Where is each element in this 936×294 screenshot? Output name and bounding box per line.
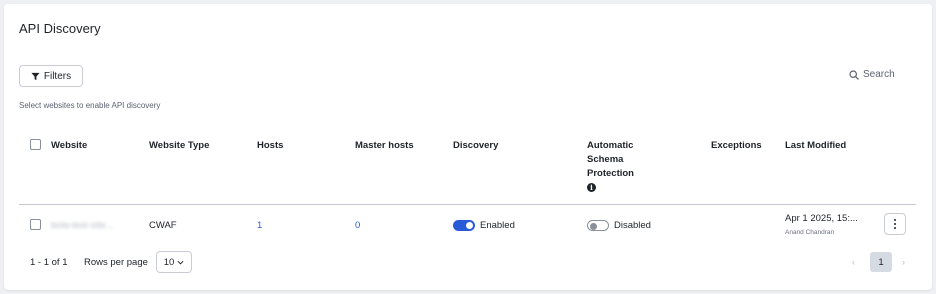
row-last-modified: Apr 1 2025, 15:... xyxy=(785,213,858,224)
kebab-dot xyxy=(894,219,896,221)
schema-protection-toggle[interactable] xyxy=(587,220,609,231)
filters-label: Filters xyxy=(43,70,72,82)
row-website[interactable]: bola-test-site... xyxy=(51,220,113,231)
page-title: API Discovery xyxy=(19,21,101,36)
info-icon[interactable]: i xyxy=(587,183,596,192)
row-website-type: CWAF xyxy=(149,220,177,231)
chevron-left-icon[interactable]: ‹ xyxy=(852,257,855,267)
page-subtitle: Select websites to enable API discovery xyxy=(19,101,161,110)
rows-per-page-value: 10 xyxy=(163,256,175,268)
row-modified-by: Anand Chandran xyxy=(785,229,835,236)
schema-protection-status: Disabled xyxy=(614,220,651,231)
rows-per-page-select[interactable]: 10 xyxy=(156,251,192,273)
header-master-hosts[interactable]: Master hosts xyxy=(355,139,414,153)
row-checkbox[interactable] xyxy=(30,219,41,230)
select-all-checkbox[interactable] xyxy=(30,139,41,150)
row-actions-menu-button[interactable] xyxy=(884,213,906,235)
header-divider xyxy=(19,204,916,205)
search-label: Search xyxy=(863,69,895,80)
discovery-toggle[interactable] xyxy=(453,220,475,231)
header-discovery[interactable]: Discovery xyxy=(453,139,498,153)
discovery-status: Enabled xyxy=(480,220,515,231)
header-schema-line3: Protection xyxy=(587,168,634,179)
pagination-range: 1 - 1 of 1 xyxy=(30,257,68,268)
rows-per-page-label: Rows per page xyxy=(84,257,148,268)
header-website-type[interactable]: Website Type xyxy=(149,139,209,153)
header-exceptions[interactable]: Exceptions xyxy=(711,139,762,153)
kebab-dot xyxy=(894,227,896,229)
header-automatic-schema-protection[interactable]: Automatic Schema Protection i xyxy=(587,139,634,195)
search-button[interactable]: Search xyxy=(849,69,895,80)
header-schema-line1: Automatic xyxy=(587,140,634,151)
header-hosts[interactable]: Hosts xyxy=(257,139,283,153)
row-master-hosts-link[interactable]: 0 xyxy=(355,220,360,231)
search-icon xyxy=(849,69,859,80)
kebab-dot xyxy=(894,223,896,225)
chevron-down-icon xyxy=(177,260,184,264)
header-last-modified[interactable]: Last Modified xyxy=(785,139,846,153)
filters-button[interactable]: Filters xyxy=(19,65,83,87)
filter-icon xyxy=(31,72,40,80)
row-hosts-link[interactable]: 1 xyxy=(257,220,262,231)
page-button-current[interactable]: 1 xyxy=(870,252,892,272)
header-schema-line2: Schema xyxy=(587,154,624,165)
api-discovery-card: API Discovery Filters Search Select webs… xyxy=(4,4,932,290)
chevron-right-icon[interactable]: › xyxy=(902,257,905,267)
header-website[interactable]: Website xyxy=(51,139,87,153)
